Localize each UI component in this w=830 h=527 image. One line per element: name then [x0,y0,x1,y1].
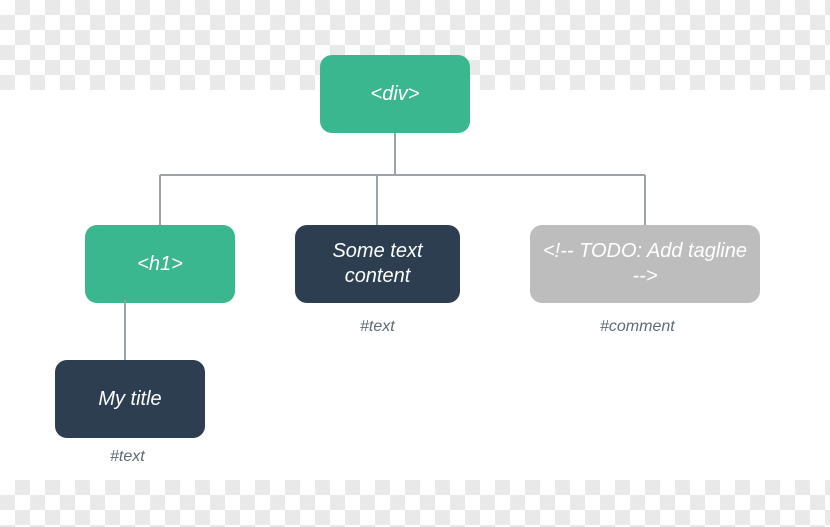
caption-my-title: #text [110,448,145,466]
caption-comment: #comment [600,318,675,336]
diagram-stage: <div> <h1> Some text content #text <!-- … [0,0,830,527]
caption-text: #text [360,318,395,336]
